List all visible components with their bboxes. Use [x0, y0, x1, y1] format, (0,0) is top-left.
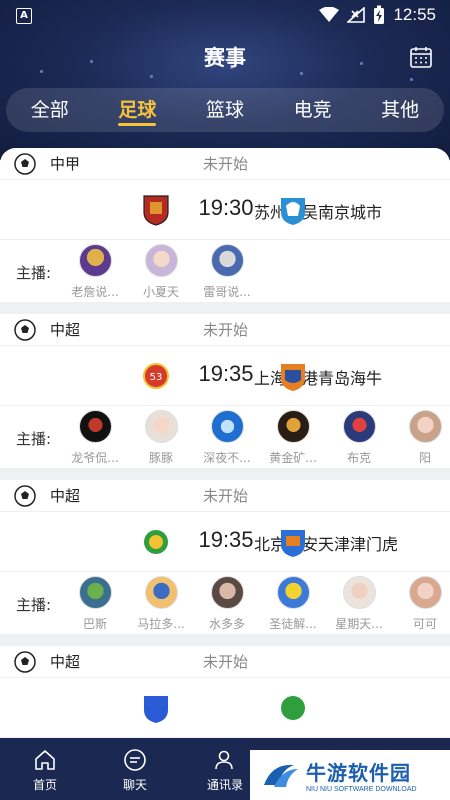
- status-time: 12:55: [393, 5, 436, 24]
- chat-icon: [124, 749, 146, 771]
- avatar: [210, 576, 244, 609]
- anchor-item[interactable]: 马拉多...: [128, 576, 194, 632]
- home-team-logo: [144, 530, 168, 554]
- away-team-logo: [281, 364, 305, 391]
- anchor-item[interactable]: 圣徒解...: [260, 576, 326, 632]
- nav-home[interactable]: 首页: [0, 738, 90, 800]
- anchor-item[interactable]: 阳: [392, 410, 450, 466]
- avatar: [144, 576, 178, 609]
- category-tabs: 全部 足球 篮球 电竞 其他: [6, 88, 444, 132]
- match-card[interactable]: 中超 未开始: [0, 646, 450, 738]
- wifi-icon: [319, 7, 340, 22]
- league-name: 中甲: [50, 155, 81, 173]
- match-list: 中甲 未开始 苏州东吴 19:30 南京城市 主播: 老詹说... 小夏天 雷哥…: [0, 148, 450, 738]
- anchors-label: 主播:: [16, 264, 52, 282]
- avatar: [78, 576, 112, 609]
- watermark-logo-icon: [264, 764, 298, 787]
- calendar-icon[interactable]: [410, 46, 432, 68]
- page-title: 赛事: [204, 46, 246, 70]
- anchor-item[interactable]: 巴斯: [62, 576, 128, 632]
- watermark-subtitle: NIU NIU SOFTWARE DOWNLOAD: [306, 786, 417, 793]
- away-team-logo: [281, 530, 305, 557]
- match-time: 19:30: [198, 195, 254, 220]
- tab-football[interactable]: 足球: [94, 88, 182, 132]
- anchor-item[interactable]: 雷哥说...: [194, 244, 260, 300]
- avatar: [276, 410, 310, 443]
- match-status: 未开始: [203, 155, 249, 173]
- football-icon: [14, 484, 36, 507]
- avatar: [210, 244, 244, 277]
- avatar: [144, 244, 178, 277]
- match-status: 未开始: [203, 321, 249, 339]
- home-team-logo: [143, 195, 169, 226]
- avatar: [144, 410, 178, 443]
- football-icon: [14, 650, 36, 673]
- avatar: [78, 244, 112, 277]
- anchor-item[interactable]: 龙爷侃...: [62, 410, 128, 466]
- tab-esports[interactable]: 电竞: [269, 88, 357, 132]
- avatar: [408, 576, 442, 609]
- home-icon: [35, 750, 55, 770]
- match-card[interactable]: 中超 未开始 上海海港 53 19:35 青岛海牛 主播: 龙爷侃... 豚豚 …: [0, 314, 450, 468]
- league-name: 中超: [50, 321, 81, 339]
- anchor-item[interactable]: 星期天...: [326, 576, 392, 632]
- away-team: 南京城市: [318, 203, 383, 222]
- league-name: 中超: [50, 653, 81, 671]
- anchor-item[interactable]: 老詹说...: [62, 244, 128, 300]
- league-name: 中超: [50, 487, 81, 505]
- anchor-item[interactable]: 布克: [326, 410, 392, 466]
- carrier-badge: A: [16, 8, 32, 24]
- football-icon: [14, 318, 36, 341]
- anchor-item[interactable]: 可可: [392, 576, 450, 632]
- anchor-item[interactable]: 黄金矿...: [260, 410, 326, 466]
- anchor-item[interactable]: 深夜不...: [194, 410, 260, 466]
- away-team: 天津津门虎: [318, 535, 399, 554]
- status-bar: A 12:55: [0, 0, 450, 32]
- match-status: 未开始: [203, 487, 249, 505]
- avatar: [276, 576, 310, 609]
- anchor-item[interactable]: 豚豚: [128, 410, 194, 466]
- battery-icon: [374, 5, 385, 24]
- away-team-logo: [281, 696, 305, 720]
- avatar: [78, 410, 112, 443]
- anchors-label: 主播:: [16, 430, 52, 448]
- home-team-logo: 53: [143, 363, 169, 389]
- svg-text:53: 53: [150, 372, 163, 383]
- match-card[interactable]: 中超 未开始 北京国安 19:35 天津津门虎 主播: 巴斯 马拉多... 水多…: [0, 480, 450, 634]
- home-team-logo: [144, 696, 168, 723]
- watermark: 牛游软件园 NIU NIU SOFTWARE DOWNLOAD: [250, 750, 450, 800]
- anchor-item[interactable]: 小夏天: [128, 244, 194, 300]
- tab-basketball[interactable]: 篮球: [181, 88, 269, 132]
- match-time: 19:35: [198, 361, 254, 386]
- match-card[interactable]: 中甲 未开始 苏州东吴 19:30 南京城市 主播: 老詹说... 小夏天 雷哥…: [0, 148, 450, 302]
- away-team-logo: [281, 198, 305, 225]
- avatar: [342, 576, 376, 609]
- match-status: 未开始: [203, 653, 249, 671]
- anchors-label: 主播:: [16, 596, 52, 614]
- anchor-item[interactable]: 水多多: [194, 576, 260, 632]
- tab-all[interactable]: 全部: [6, 88, 94, 132]
- tab-other[interactable]: 其他: [356, 88, 444, 132]
- away-team: 青岛海牛: [318, 369, 383, 388]
- football-icon: [14, 152, 36, 175]
- signal-icon: [347, 7, 366, 23]
- contacts-icon: [215, 750, 233, 770]
- avatar: [342, 410, 376, 443]
- nav-chat[interactable]: 聊天: [90, 738, 180, 800]
- watermark-title: 牛游软件园: [306, 761, 411, 785]
- avatar: [408, 410, 442, 443]
- avatar: [210, 410, 244, 443]
- match-time: 19:35: [198, 527, 254, 552]
